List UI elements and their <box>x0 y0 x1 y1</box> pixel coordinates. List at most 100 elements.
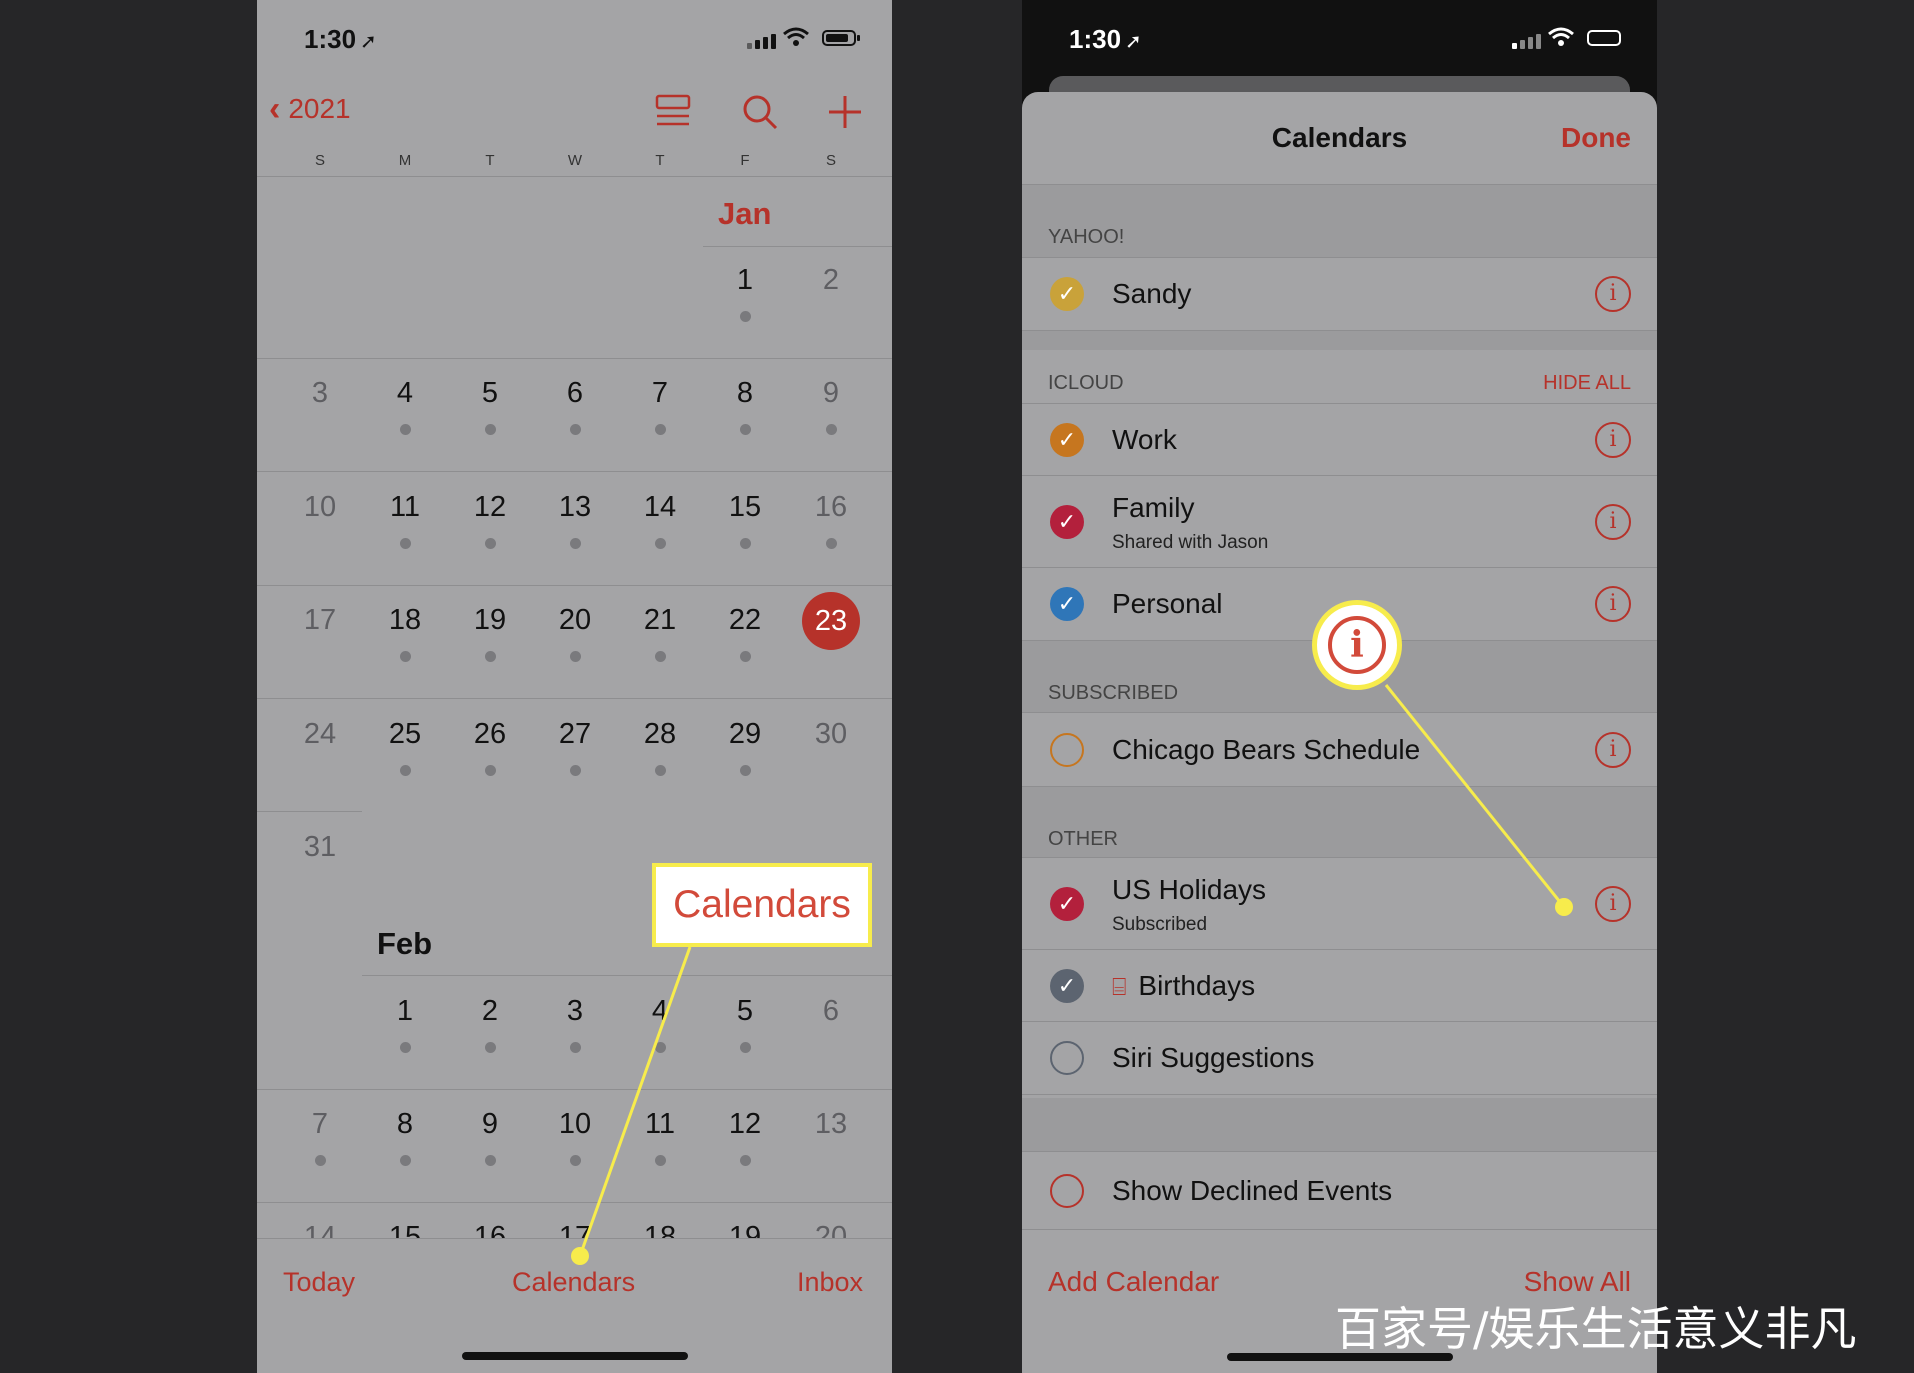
day-cell[interactable]: 16 <box>796 491 866 549</box>
checkmark-icon[interactable]: ✓ <box>1050 277 1084 311</box>
event-dot <box>654 765 666 776</box>
day-cell[interactable]: 11 <box>370 491 440 549</box>
month-label-jan: Jan <box>718 196 772 231</box>
calendar-name: Show Declined Events <box>1112 1174 1393 1206</box>
checkmark-icon[interactable]: ✓ <box>1050 423 1084 457</box>
day-cell[interactable]: 4 <box>370 377 440 435</box>
day-cell[interactable]: 24 <box>285 718 355 751</box>
event-dot <box>399 538 411 549</box>
day-cell[interactable]: 12 <box>455 491 525 549</box>
day-cell[interactable]: 27 <box>540 718 610 776</box>
add-icon[interactable] <box>825 92 865 132</box>
calendar-row-bears[interactable]: Chicago Bears Schedule i <box>1022 712 1657 787</box>
empty-circle-icon[interactable] <box>1050 1041 1084 1075</box>
day-cell[interactable]: 6 <box>540 377 610 435</box>
day-cell[interactable]: 30 <box>796 718 866 751</box>
day-cell[interactable]: 21 <box>625 604 695 662</box>
day-cell[interactable]: 10 <box>540 1108 610 1166</box>
day-cell[interactable]: 3 <box>540 995 610 1053</box>
day-cell[interactable]: 1 <box>710 264 780 322</box>
event-dot <box>739 765 751 776</box>
day-cell[interactable]: 28 <box>625 718 695 776</box>
day-cell[interactable]: 17 <box>285 604 355 637</box>
gift-icon: ⌸ <box>1112 974 1127 1001</box>
event-dot <box>739 538 751 549</box>
day-cell[interactable]: 18 <box>370 604 440 662</box>
week-divider <box>257 471 892 472</box>
info-callout-magnifier: i <box>1312 600 1402 690</box>
callout-target-dot <box>571 1247 589 1265</box>
info-icon[interactable]: i <box>1595 504 1631 540</box>
info-icon[interactable]: i <box>1595 276 1631 312</box>
add-calendar-button[interactable]: Add Calendar <box>1048 1266 1219 1298</box>
info-icon[interactable]: i <box>1595 886 1631 922</box>
day-cell[interactable]: 19 <box>455 604 525 662</box>
back-to-year-button[interactable]: ‹ 2021 <box>269 92 351 126</box>
day-number: 13 <box>814 1108 848 1140</box>
day-cell[interactable]: 6 <box>796 995 866 1028</box>
today-button[interactable]: Today <box>283 1267 355 1298</box>
day-cell[interactable]: 15 <box>710 491 780 549</box>
checkmark-icon[interactable]: ✓ <box>1050 505 1084 539</box>
day-cell[interactable]: 8 <box>710 377 780 435</box>
weekday-label: S <box>825 152 836 169</box>
day-cell[interactable]: 5 <box>710 995 780 1053</box>
day-cell[interactable]: 20 <box>540 604 610 662</box>
done-button[interactable]: Done <box>1561 122 1631 154</box>
watermark-text: 百家号/娱乐生活意义非凡 <box>1335 1302 1857 1356</box>
day-cell[interactable]: 4 <box>625 995 695 1053</box>
day-cell[interactable]: 13 <box>796 1108 866 1141</box>
calendars-button[interactable]: Calendars <box>512 1267 635 1298</box>
calendar-row-siri[interactable]: Siri Suggestions <box>1022 1021 1657 1095</box>
hide-all-button[interactable]: HIDE ALL <box>1543 372 1631 395</box>
day-cell[interactable]: 25 <box>370 718 440 776</box>
day-cell[interactable]: 3 <box>285 377 355 410</box>
day-number: 7 <box>311 1108 329 1140</box>
day-number: 22 <box>728 604 762 636</box>
day-cell[interactable]: 31 <box>285 831 355 864</box>
day-cell[interactable]: 1 <box>370 995 440 1053</box>
inbox-button[interactable]: Inbox <box>797 1267 863 1298</box>
calendar-row-work[interactable]: ✓ Work i <box>1022 403 1657 477</box>
day-cell[interactable]: 7 <box>285 1108 355 1166</box>
section-header-subscribed: SUBSCRIBED <box>1048 682 1179 704</box>
weekday-label: W <box>567 152 583 169</box>
calendar-name: Personal <box>1112 588 1223 619</box>
empty-circle-icon[interactable] <box>1050 732 1084 767</box>
day-cell[interactable]: 7 <box>625 377 695 435</box>
info-icon[interactable]: i <box>1595 586 1631 622</box>
checkmark-icon[interactable]: ✓ <box>1050 887 1084 921</box>
chevron-left-icon: ‹ <box>269 90 281 128</box>
event-dot <box>739 424 751 435</box>
event-dot <box>654 651 666 662</box>
day-cell[interactable]: 14 <box>625 491 695 549</box>
day-cell[interactable]: 5 <box>455 377 525 435</box>
day-cell[interactable]: 9 <box>455 1108 525 1166</box>
calendar-row-declined[interactable]: Show Declined Events <box>1022 1151 1657 1230</box>
day-cell[interactable]: 22 <box>710 604 780 662</box>
day-cell[interactable]: 2 <box>455 995 525 1053</box>
info-icon: i <box>1328 616 1386 674</box>
calendar-subtitle: Shared with Jason <box>1112 532 1269 553</box>
info-icon[interactable]: i <box>1595 731 1631 768</box>
calendar-row-birthdays[interactable]: ✓ ⌸ Birthdays <box>1022 949 1657 1023</box>
day-cell[interactable]: 26 <box>455 718 525 776</box>
day-cell[interactable]: 2 <box>796 264 866 297</box>
checkmark-icon[interactable]: ✓ <box>1050 969 1084 1003</box>
day-cell[interactable]: 11 <box>625 1108 695 1166</box>
empty-circle-icon[interactable] <box>1050 1173 1084 1208</box>
calendar-row-family[interactable]: ✓ Family Shared with Jason i <box>1022 475 1657 569</box>
day-cell[interactable]: 13 <box>540 491 610 549</box>
search-icon[interactable] <box>740 92 780 132</box>
event-dot <box>739 311 751 322</box>
calendar-row-sandy[interactable]: ✓ Sandy i <box>1022 257 1657 331</box>
day-cell[interactable]: 10 <box>285 491 355 524</box>
checkmark-icon[interactable]: ✓ <box>1050 587 1084 621</box>
day-cell[interactable]: 9 <box>796 377 866 435</box>
info-icon[interactable]: i <box>1595 422 1631 458</box>
day-cell-today[interactable]: 23 <box>802 592 860 650</box>
day-cell[interactable]: 8 <box>370 1108 440 1166</box>
day-cell[interactable]: 12 <box>710 1108 780 1166</box>
day-cell[interactable]: 29 <box>710 718 780 776</box>
list-view-icon[interactable] <box>653 92 693 132</box>
